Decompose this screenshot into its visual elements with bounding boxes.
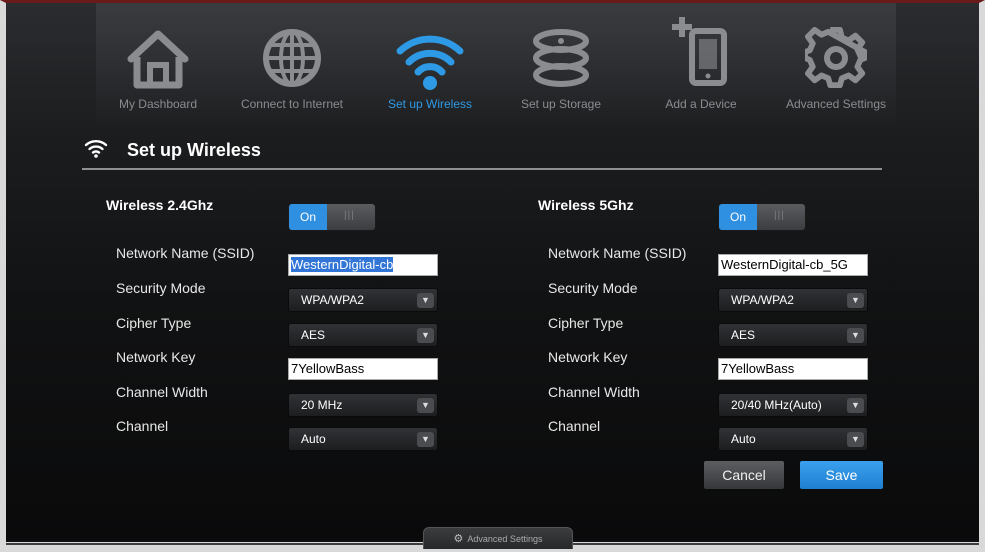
nav-label: Set up Wireless bbox=[387, 97, 473, 111]
main-nav: My Dashboard Connect to Internet Set up … bbox=[98, 13, 908, 123]
network-key-field[interactable]: 7YellowBass bbox=[718, 358, 868, 380]
toggle-on-label: On bbox=[289, 204, 327, 230]
toggle-on-label: On bbox=[719, 204, 757, 230]
channel-label: Channel bbox=[548, 418, 601, 434]
channel-select[interactable]: Auto ▼ bbox=[288, 427, 438, 451]
advanced-settings-tab[interactable]: ⚙ Advanced Settings bbox=[423, 527, 573, 549]
storage-icon bbox=[533, 29, 589, 87]
network-key-label: Network Key bbox=[548, 349, 628, 365]
toggle-knob[interactable] bbox=[327, 204, 375, 230]
title-divider bbox=[82, 168, 882, 170]
cipher-type-label: Cipher Type bbox=[548, 315, 624, 331]
panel-wireless-5: Wireless 5Ghz On Network Name (SSID) Wes… bbox=[538, 193, 938, 493]
page-title: Set up Wireless bbox=[127, 140, 261, 160]
wifi-icon bbox=[84, 140, 108, 158]
security-mode-value: WPA/WPA2 bbox=[301, 293, 364, 307]
nav-item-advanced[interactable]: Advanced Settings bbox=[776, 13, 896, 118]
cipher-type-select[interactable]: AES ▼ bbox=[718, 323, 868, 347]
chevron-down-icon: ▼ bbox=[847, 398, 864, 413]
panel-wireless-24: Wireless 2.4Ghz On Network Name (SSID) W… bbox=[106, 193, 506, 493]
chevron-down-icon: ▼ bbox=[847, 328, 864, 343]
home-icon bbox=[127, 30, 189, 89]
advanced-settings-tab-label: Advanced Settings bbox=[467, 534, 543, 544]
ssid-value: WesternDigital-cb bbox=[291, 257, 394, 272]
panel-title: Wireless 5Ghz bbox=[538, 197, 634, 213]
cipher-type-select[interactable]: AES ▼ bbox=[288, 323, 438, 347]
nav-item-add-device[interactable]: Add a Device bbox=[641, 13, 761, 118]
nav-item-dashboard[interactable]: My Dashboard bbox=[98, 13, 218, 118]
channel-width-select[interactable]: 20 MHz ▼ bbox=[288, 393, 438, 417]
chevron-down-icon: ▼ bbox=[417, 328, 434, 343]
cancel-button[interactable]: Cancel bbox=[704, 461, 784, 489]
network-key-value: 7YellowBass bbox=[291, 361, 365, 376]
security-mode-value: WPA/WPA2 bbox=[731, 293, 794, 307]
security-mode-select[interactable]: WPA/WPA2 ▼ bbox=[718, 288, 868, 312]
security-mode-label: Security Mode bbox=[116, 280, 206, 296]
nav-label: Set up Storage bbox=[520, 97, 602, 111]
security-mode-select[interactable]: WPA/WPA2 ▼ bbox=[288, 288, 438, 312]
nav-item-internet[interactable]: Connect to Internet bbox=[232, 13, 352, 118]
wifi-icon bbox=[396, 35, 464, 90]
channel-width-label: Channel Width bbox=[548, 384, 640, 400]
security-mode-label: Security Mode bbox=[548, 280, 638, 296]
channel-value: Auto bbox=[731, 432, 756, 446]
ssid-label: Network Name (SSID) bbox=[548, 245, 687, 261]
network-key-value: 7YellowBass bbox=[721, 361, 795, 376]
chevron-down-icon: ▼ bbox=[417, 432, 434, 447]
channel-width-value: 20 MHz bbox=[301, 398, 343, 412]
network-key-field[interactable]: 7YellowBass bbox=[288, 358, 438, 380]
nav-item-wireless[interactable]: Set up Wireless bbox=[370, 13, 490, 118]
cipher-type-value: AES bbox=[731, 328, 756, 342]
nav-label: Advanced Settings bbox=[785, 97, 887, 111]
ssid-field[interactable]: WesternDigital-cb_5G bbox=[718, 254, 868, 276]
cipher-type-value: AES bbox=[301, 328, 326, 342]
chevron-down-icon: ▼ bbox=[417, 398, 434, 413]
network-key-label: Network Key bbox=[116, 349, 196, 365]
channel-label: Channel bbox=[116, 418, 169, 434]
nav-label: My Dashboard bbox=[118, 97, 198, 111]
nav-label: Connect to Internet bbox=[240, 97, 344, 111]
gear-icon bbox=[805, 27, 867, 89]
ssid-label: Network Name (SSID) bbox=[116, 245, 255, 261]
wireless-24-toggle[interactable]: On bbox=[288, 203, 376, 231]
save-button[interactable]: Save bbox=[800, 461, 883, 489]
nav-item-storage[interactable]: Set up Storage bbox=[501, 13, 621, 118]
chevron-down-icon: ▼ bbox=[417, 293, 434, 308]
add-device-icon bbox=[672, 17, 727, 86]
channel-width-select[interactable]: 20/40 MHz(Auto) ▼ bbox=[718, 393, 868, 417]
chevron-down-icon: ▼ bbox=[847, 293, 864, 308]
panel-title: Wireless 2.4Ghz bbox=[106, 197, 214, 213]
router-app: My Dashboard Connect to Internet Set up … bbox=[6, 3, 979, 540]
chevron-down-icon: ▼ bbox=[847, 432, 864, 447]
channel-select[interactable]: Auto ▼ bbox=[718, 427, 868, 451]
ssid-field[interactable]: WesternDigital-cb bbox=[288, 254, 438, 276]
channel-value: Auto bbox=[301, 432, 326, 446]
toggle-knob[interactable] bbox=[757, 204, 805, 230]
ssid-value: WesternDigital-cb_5G bbox=[721, 257, 848, 272]
globe-icon bbox=[263, 29, 321, 87]
nav-label: Add a Device bbox=[665, 97, 737, 111]
channel-width-label: Channel Width bbox=[116, 384, 208, 400]
cipher-type-label: Cipher Type bbox=[116, 315, 192, 331]
gear-icon: ⚙ bbox=[453, 533, 464, 545]
wireless-5-toggle[interactable]: On bbox=[718, 203, 806, 231]
channel-width-value: 20/40 MHz(Auto) bbox=[731, 398, 822, 412]
